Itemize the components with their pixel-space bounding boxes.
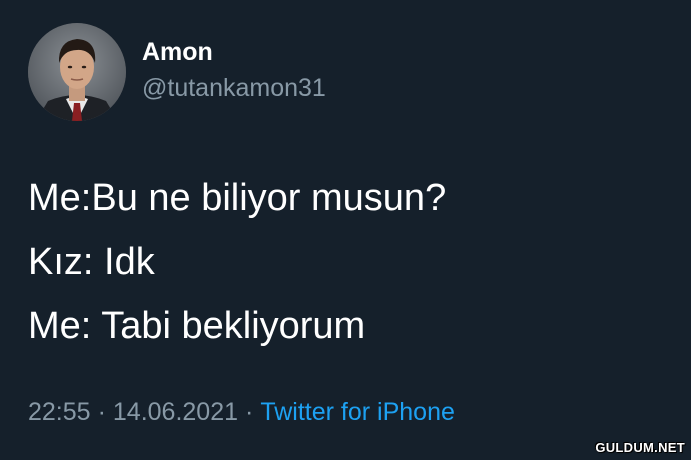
separator: · [97,398,106,426]
display-name[interactable]: Amon [142,38,213,67]
avatar[interactable] [28,23,126,121]
tweet-date[interactable]: 14.06.2021 [113,398,238,426]
watermark: GULDUM.NET [595,440,685,455]
tweet-source-link[interactable]: Twitter for iPhone [260,398,455,426]
profile-photo-icon [28,23,126,121]
tweet-text-line: Me:Bu ne biliyor musun? [28,177,447,219]
tweet-text: Me:Bu ne biliyor musun? Kız: Idk Me: Tab… [28,166,668,358]
tweet-text-line: Kız: Idk [28,241,155,283]
tweet-metadata: 22:55 · 14.06.2021 · Twitter for iPhone [28,398,455,427]
tweet-text-line: Me: Tabi bekliyorum [28,305,366,347]
user-handle[interactable]: @tutankamon31 [142,74,326,103]
tweet-time[interactable]: 22:55 [28,398,91,426]
separator: · [245,398,254,426]
